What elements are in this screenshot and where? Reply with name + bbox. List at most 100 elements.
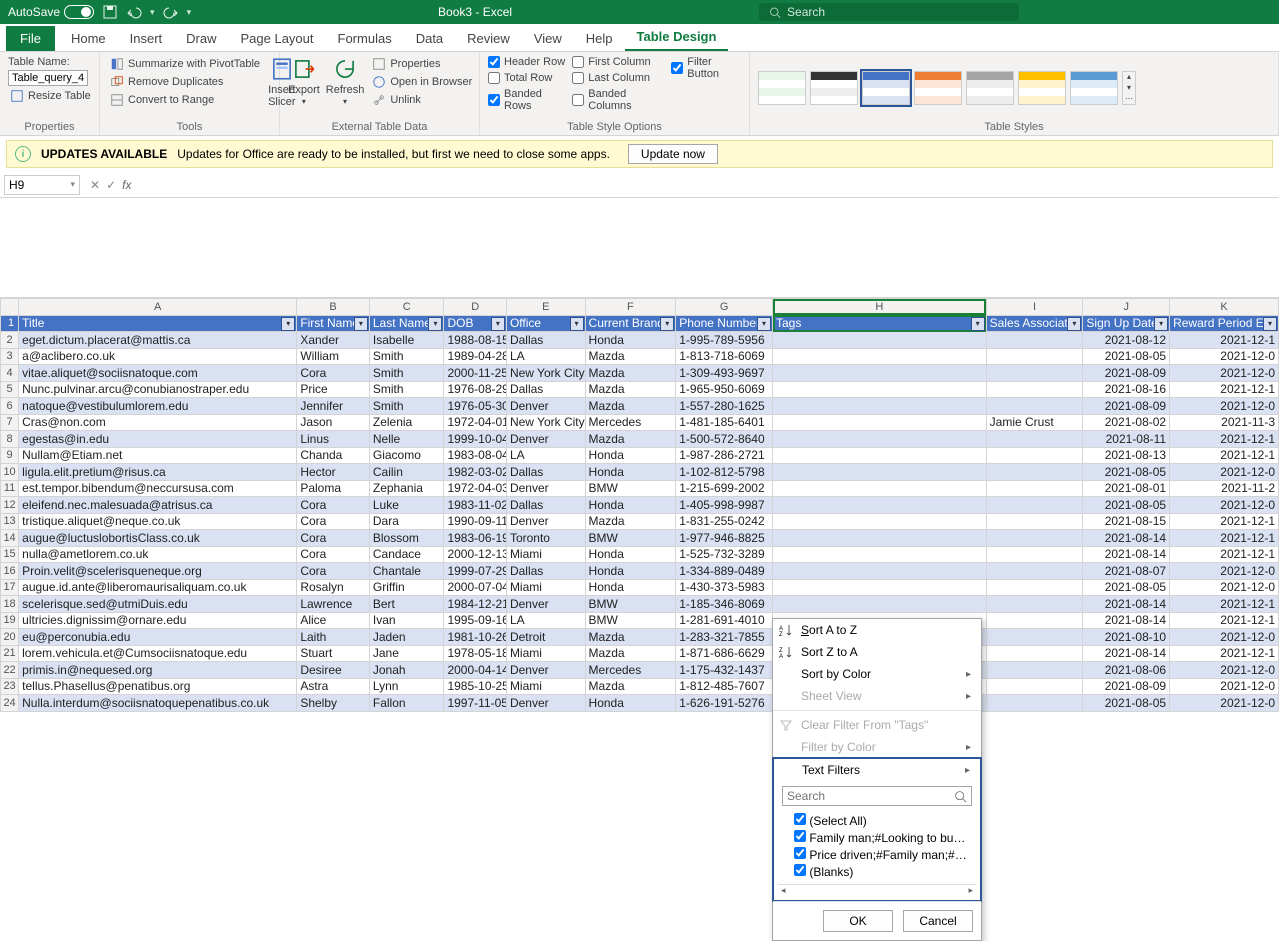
cell[interactable]: 2021-11-3 bbox=[1170, 414, 1279, 431]
row-header[interactable]: 15 bbox=[1, 546, 19, 563]
cell[interactable] bbox=[773, 464, 987, 481]
table-row[interactable]: 22primis.in@nequesed.orgDesireeJonah2000… bbox=[1, 662, 1279, 679]
cell[interactable]: 1978-05-18 bbox=[444, 645, 506, 662]
cell[interactable]: eget.dictum.placerat@mattis.ca bbox=[19, 332, 297, 349]
cell[interactable]: 1-831-255-0242 bbox=[676, 513, 773, 530]
cell[interactable]: Miami bbox=[506, 579, 585, 596]
cell[interactable] bbox=[773, 513, 987, 530]
filter-cancel-button[interactable]: Cancel bbox=[903, 910, 973, 932]
table-row[interactable]: 13tristique.aliquet@neque.co.ukCoraDara1… bbox=[1, 513, 1279, 530]
cell[interactable]: LA bbox=[506, 447, 585, 464]
cell[interactable]: Mazda bbox=[585, 348, 676, 365]
cell[interactable]: Cora bbox=[297, 530, 370, 547]
table-header-reward-period-end[interactable]: Reward Period End bbox=[1170, 315, 1279, 332]
cell[interactable] bbox=[773, 563, 987, 580]
cell[interactable]: Jane bbox=[369, 645, 444, 662]
autosave-toggle[interactable]: AutoSave bbox=[8, 5, 94, 19]
cell[interactable]: 1-481-185-6401 bbox=[676, 414, 773, 431]
cell[interactable]: Paloma bbox=[297, 480, 370, 497]
cell[interactable]: Denver bbox=[506, 662, 585, 679]
cell[interactable]: 1-977-946-8825 bbox=[676, 530, 773, 547]
cell[interactable]: Rosalyn bbox=[297, 579, 370, 596]
cell[interactable]: est.tempor.bibendum@neccursusa.com bbox=[19, 480, 297, 497]
column-header-G[interactable]: G bbox=[676, 299, 773, 316]
cell[interactable]: Mazda bbox=[585, 431, 676, 448]
cell[interactable]: 2021-08-11 bbox=[1083, 431, 1170, 448]
cell[interactable]: Blossom bbox=[369, 530, 444, 547]
row-header[interactable]: 2 bbox=[1, 332, 19, 349]
cell[interactable]: augue@luctuslobortisClass.co.uk bbox=[19, 530, 297, 547]
filter-button-icon[interactable] bbox=[971, 317, 985, 331]
cell[interactable] bbox=[986, 612, 1083, 629]
cell[interactable]: Cora bbox=[297, 365, 370, 382]
cell[interactable]: scelerisque.sed@utmiDuis.edu bbox=[19, 596, 297, 613]
cell[interactable]: Mazda bbox=[585, 381, 676, 398]
row-header[interactable]: 19 bbox=[1, 612, 19, 629]
column-header-F[interactable]: F bbox=[585, 299, 676, 316]
tab-formulas[interactable]: Formulas bbox=[326, 26, 404, 51]
cell[interactable]: 1985-10-25 bbox=[444, 678, 506, 695]
row-header[interactable]: 11 bbox=[1, 480, 19, 497]
table-header-last-name[interactable]: Last Name bbox=[369, 315, 444, 332]
cell[interactable]: 1-626-191-5276 bbox=[676, 695, 773, 712]
cell[interactable]: Mazda bbox=[585, 513, 676, 530]
cell[interactable]: 2021-12-0 bbox=[1170, 464, 1279, 481]
cell[interactable]: 1972-04-03 bbox=[444, 480, 506, 497]
cell[interactable]: 2021-08-05 bbox=[1083, 464, 1170, 481]
table-row[interactable]: 8egestas@in.eduLinusNelle1999-10-04Denve… bbox=[1, 431, 1279, 448]
filter-button-icon[interactable] bbox=[1067, 317, 1081, 331]
filter-button-checkbox[interactable]: Filter Button bbox=[671, 56, 741, 80]
table-row[interactable]: 4vitae.aliquet@sociisnatoque.comCoraSmit… bbox=[1, 365, 1279, 382]
cell[interactable]: Denver bbox=[506, 480, 585, 497]
table-header-sales-associate[interactable]: Sales Associate bbox=[986, 315, 1083, 332]
filter-item[interactable]: (Blanks) bbox=[794, 863, 970, 880]
redo-icon[interactable] bbox=[163, 4, 179, 20]
cell[interactable]: 1983-08-04 bbox=[444, 447, 506, 464]
cell[interactable] bbox=[773, 546, 987, 563]
first-column-checkbox[interactable]: First Column bbox=[572, 56, 665, 68]
filter-button-icon[interactable] bbox=[757, 317, 771, 331]
cell[interactable]: ultricies.dignissim@ornare.edu bbox=[19, 612, 297, 629]
resize-table-button[interactable]: Resize Table bbox=[8, 88, 93, 104]
table-row[interactable]: 6natoque@vestibulumlorem.eduJenniferSmit… bbox=[1, 398, 1279, 415]
cell[interactable]: Mercedes bbox=[585, 414, 676, 431]
cell[interactable]: vitae.aliquet@sociisnatoque.com bbox=[19, 365, 297, 382]
cell[interactable]: Lawrence bbox=[297, 596, 370, 613]
row-header[interactable]: 1 bbox=[1, 315, 19, 332]
row-header[interactable]: 4 bbox=[1, 365, 19, 382]
cell[interactable]: Griffin bbox=[369, 579, 444, 596]
sort-by-color[interactable]: Sort by Color▸ bbox=[773, 663, 981, 685]
cell[interactable]: Isabelle bbox=[369, 332, 444, 349]
cell[interactable]: Proin.velit@scelerisqueneque.org bbox=[19, 563, 297, 580]
cell[interactable]: 2021-08-10 bbox=[1083, 629, 1170, 646]
cell[interactable]: 2021-08-14 bbox=[1083, 612, 1170, 629]
tab-view[interactable]: View bbox=[522, 26, 574, 51]
table-row[interactable]: 3a@aclibero.co.ukWilliamSmith1989-04-28L… bbox=[1, 348, 1279, 365]
row-header[interactable]: 8 bbox=[1, 431, 19, 448]
column-header-I[interactable]: I bbox=[986, 299, 1083, 316]
table-row[interactable]: 11est.tempor.bibendum@neccursusa.comPalo… bbox=[1, 480, 1279, 497]
cell[interactable]: Chantale bbox=[369, 563, 444, 580]
cell[interactable]: Mazda bbox=[585, 365, 676, 382]
cell[interactable]: Honda bbox=[585, 447, 676, 464]
cell[interactable]: 2021-08-02 bbox=[1083, 414, 1170, 431]
row-header[interactable]: 16 bbox=[1, 563, 19, 580]
cell[interactable]: Smith bbox=[369, 398, 444, 415]
cell[interactable]: 2021-08-14 bbox=[1083, 596, 1170, 613]
cell[interactable]: 2021-12-1 bbox=[1170, 645, 1279, 662]
cell[interactable] bbox=[986, 447, 1083, 464]
cell[interactable] bbox=[773, 447, 987, 464]
table-row[interactable]: 9Nullam@Etiam.netChandaGiacomo1983-08-04… bbox=[1, 447, 1279, 464]
cell[interactable] bbox=[986, 398, 1083, 415]
table-row[interactable]: 5Nunc.pulvinar.arcu@conubianostraper.edu… bbox=[1, 381, 1279, 398]
tab-file[interactable]: File bbox=[6, 26, 55, 51]
cell[interactable]: 1983-06-19 bbox=[444, 530, 506, 547]
cell[interactable]: 2021-12-0 bbox=[1170, 695, 1279, 712]
cell[interactable]: 1-185-346-8069 bbox=[676, 596, 773, 613]
styles-more-button[interactable]: ▴▾⋯ bbox=[1122, 71, 1136, 105]
cell[interactable] bbox=[986, 497, 1083, 514]
cell[interactable]: 1976-05-30 bbox=[444, 398, 506, 415]
refresh-button[interactable]: Refresh▾ bbox=[326, 56, 365, 107]
fx-icon[interactable]: fx bbox=[122, 178, 131, 192]
cell[interactable]: Honda bbox=[585, 464, 676, 481]
